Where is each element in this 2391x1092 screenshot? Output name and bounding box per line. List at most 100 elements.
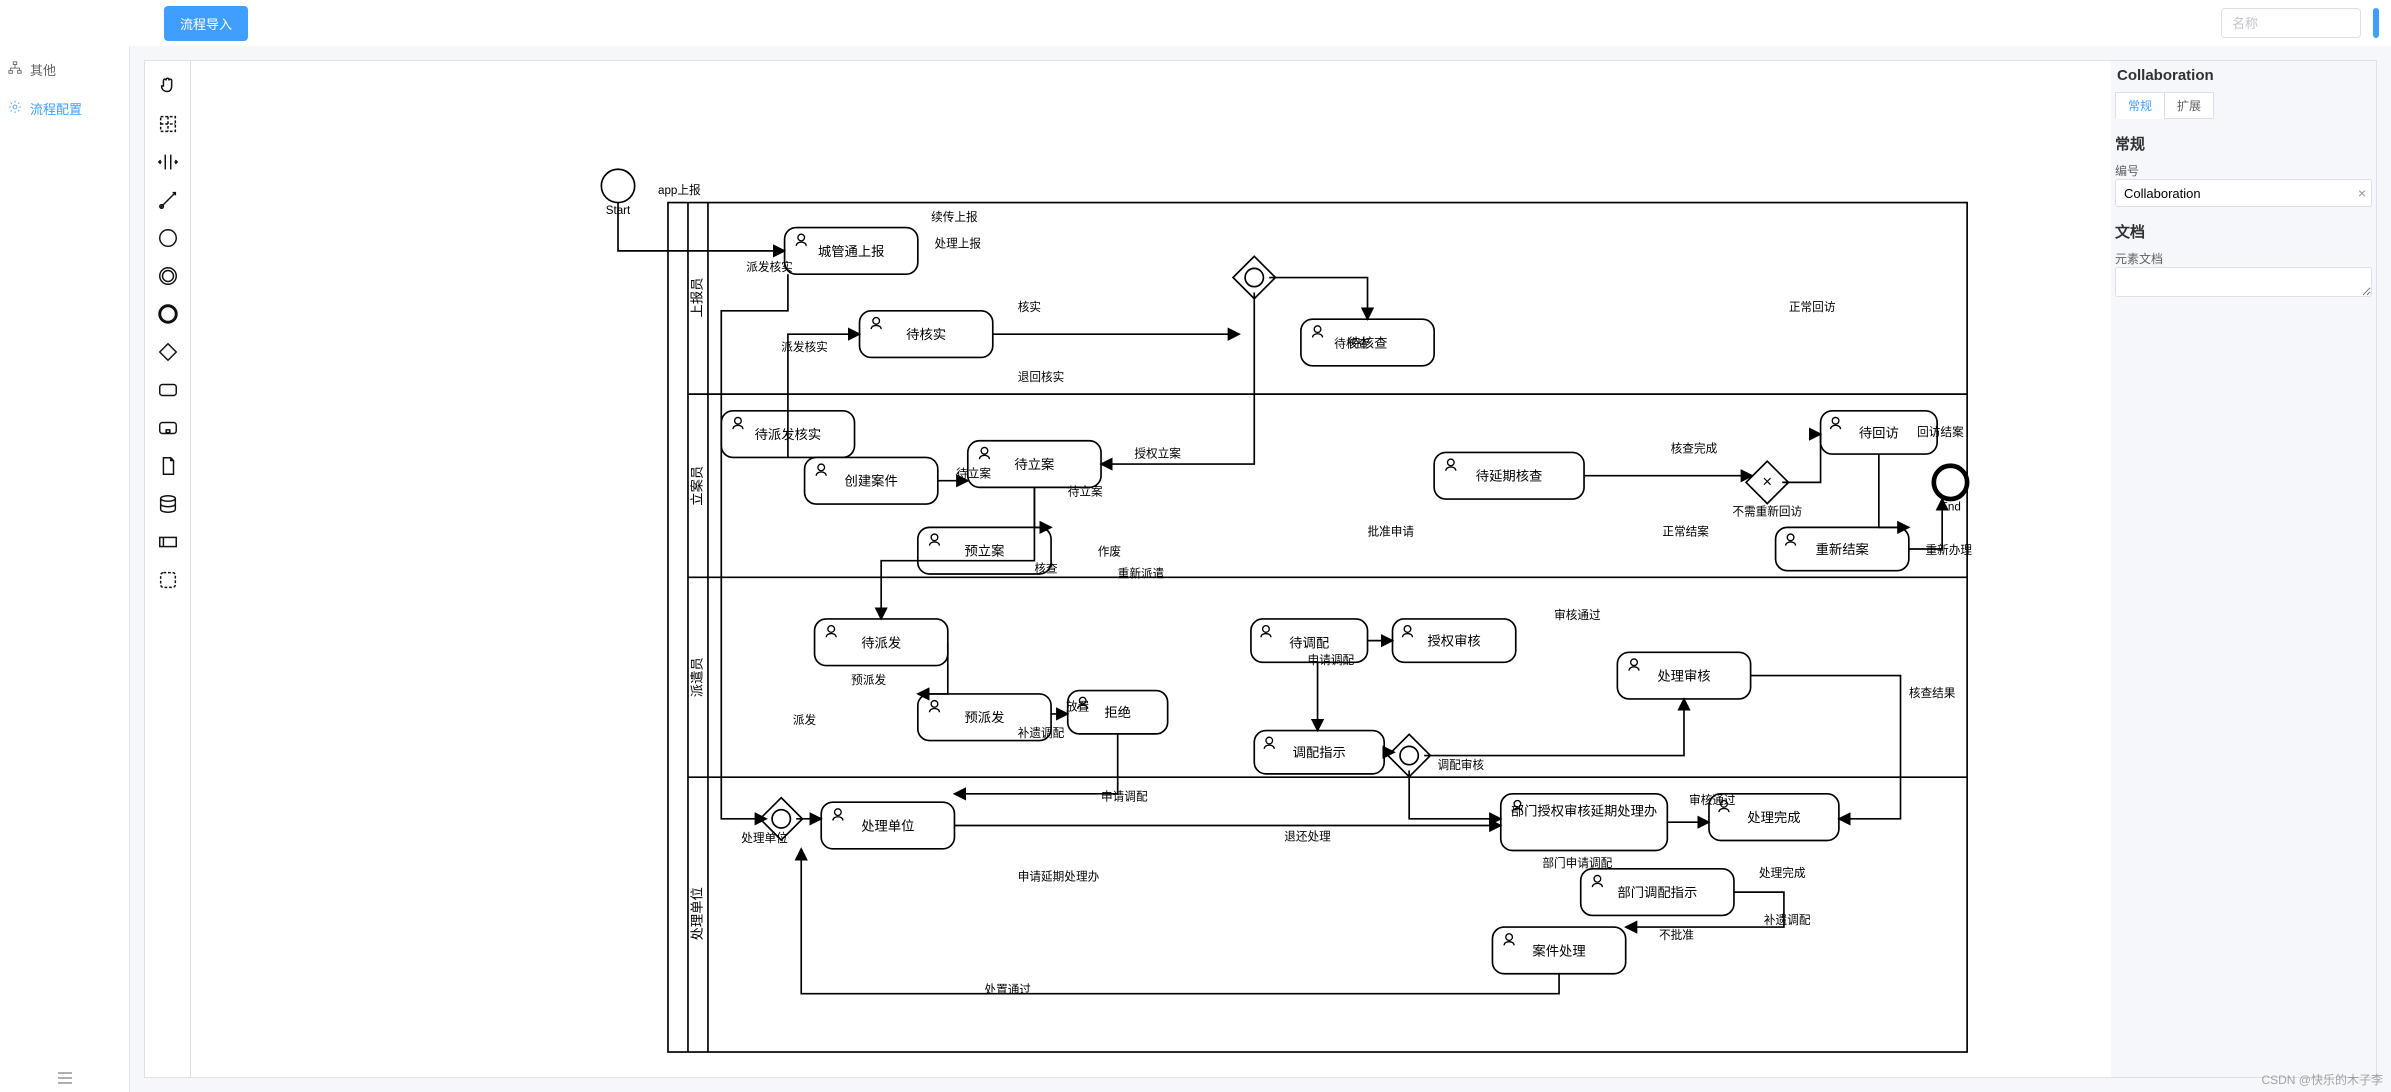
svg-text:app上报: app上报 xyxy=(658,183,701,197)
task-t14: 待延期核查 xyxy=(1434,452,1584,499)
svg-text:重新办理: 重新办理 xyxy=(1925,543,1972,557)
svg-text:核查结果: 核查结果 xyxy=(1909,686,1956,700)
palette-task[interactable] xyxy=(145,371,191,409)
svg-text:补遗调配: 补遗调配 xyxy=(1018,726,1065,740)
task-t17: 处理审核 xyxy=(1617,652,1750,699)
svg-text:批准申请: 批准申请 xyxy=(1368,525,1415,539)
right-edge-button-slice[interactable] xyxy=(2373,8,2379,38)
palette-space-tool[interactable] xyxy=(145,143,191,181)
svg-text:预派发: 预派发 xyxy=(964,710,1004,725)
task-t8: 待派发 xyxy=(815,619,948,666)
palette-start-event[interactable] xyxy=(145,219,191,257)
svg-text:拒绝: 拒绝 xyxy=(1104,705,1131,720)
section-general-header: 常规 xyxy=(2115,133,2372,154)
canvas-wrap: 上报员 立案员 派遣员 处理单位 Start End × 不需重新回访 xyxy=(130,46,2391,1092)
palette-group[interactable] xyxy=(145,561,191,599)
palette-gateway[interactable] xyxy=(145,333,191,371)
svg-text:退还处理: 退还处理 xyxy=(1284,830,1331,843)
bpmn-palette xyxy=(145,61,191,1077)
svg-text:×: × xyxy=(1762,472,1772,491)
task-t13: 授权审核 xyxy=(1393,619,1516,662)
tab-extension[interactable]: 扩展 xyxy=(2164,92,2214,119)
process-name-input[interactable] xyxy=(2221,8,2361,38)
svg-text:申请调配: 申请调配 xyxy=(1101,791,1148,804)
svg-text:核查完成: 核查完成 xyxy=(1671,441,1718,455)
svg-text:待立案: 待立案 xyxy=(956,466,991,480)
svg-text:待调配: 待调配 xyxy=(1289,635,1329,650)
svg-text:立案员: 立案员 xyxy=(689,466,704,506)
properties-panel: Collaboration 常规 扩展 常规 编号 × 文档 元素文档 xyxy=(2111,61,2376,1077)
svg-text:授权审核: 授权审核 xyxy=(1428,633,1481,649)
svg-text:核实: 核实 xyxy=(1018,300,1041,314)
svg-text:审核通过: 审核通过 xyxy=(1689,793,1736,807)
svg-text:申请调配: 申请调配 xyxy=(1308,654,1355,667)
palette-data-store[interactable] xyxy=(145,485,191,523)
svg-text:创建案件: 创建案件 xyxy=(845,474,898,489)
svg-text:待核实: 待核实 xyxy=(906,327,946,342)
sidebar-collapse-toggle[interactable] xyxy=(57,1071,73,1088)
palette-lasso-tool[interactable] xyxy=(145,105,191,143)
svg-text:放置: 放置 xyxy=(1066,700,1089,714)
sidebar-item-process-config[interactable]: 流程配置 xyxy=(0,89,129,128)
svg-text:派遣员: 派遣员 xyxy=(689,657,704,697)
task-t3: 待核实 xyxy=(860,311,993,358)
palette-end-event[interactable] xyxy=(145,295,191,333)
svg-text:申请延期处理办: 申请延期处理办 xyxy=(1018,869,1100,883)
bpmn-diagram-canvas[interactable]: 上报员 立案员 派遣员 处理单位 Start End × 不需重新回访 xyxy=(191,61,2111,1077)
svg-text:补遗调配: 补遗调配 xyxy=(1764,913,1811,927)
clear-id-icon[interactable]: × xyxy=(2358,186,2366,200)
sidebar-item-other[interactable]: 其他 xyxy=(0,50,129,89)
svg-text:派发核实: 派发核实 xyxy=(781,340,828,354)
svg-text:处理单位: 处理单位 xyxy=(741,831,788,845)
section-doc-header: 文档 xyxy=(2115,221,2372,242)
palette-global-connect-tool[interactable] xyxy=(145,181,191,219)
task-t1: 城管通上报 xyxy=(785,228,918,275)
properties-title: Collaboration xyxy=(2115,63,2372,92)
svg-text:作废: 作废 xyxy=(1098,545,1122,559)
main-row: 其他 流程配置 xyxy=(0,46,2391,1092)
svg-text:审核通过: 审核通过 xyxy=(1554,608,1601,622)
svg-text:处理完成: 处理完成 xyxy=(1747,810,1800,825)
properties-tabs: 常规 扩展 xyxy=(2115,92,2372,119)
import-process-button[interactable]: 流程导入 xyxy=(164,6,248,41)
svg-text:预立案: 预立案 xyxy=(964,544,1004,559)
svg-text:正常结案: 正常结案 xyxy=(1662,525,1709,539)
svg-text:处置通过: 处置通过 xyxy=(984,984,1031,997)
id-input[interactable] xyxy=(2115,179,2372,207)
palette-data-object[interactable] xyxy=(145,447,191,485)
task-t19: 部门授权审核延期处理办 xyxy=(1501,794,1668,851)
doc-field-label: 元素文档 xyxy=(2115,250,2372,267)
svg-text:部门申请调配: 部门申请调配 xyxy=(1542,856,1612,870)
task-t21: 部门调配指示 xyxy=(1581,869,1734,916)
svg-text:核查: 核查 xyxy=(1034,561,1058,575)
doc-textarea[interactable] xyxy=(2115,267,2372,297)
task-t22: 案件处理 xyxy=(1492,927,1625,974)
svg-text:预派发: 预派发 xyxy=(851,673,886,687)
svg-text:部门授权审核延期处理办: 部门授权审核延期处理办 xyxy=(1511,803,1657,819)
svg-text:城管通上报: 城管通上报 xyxy=(818,244,885,259)
sidebar: 其他 流程配置 xyxy=(0,46,130,1092)
svg-text:重新派遣: 重新派遣 xyxy=(1118,566,1165,580)
sidebar-item-label: 流程配置 xyxy=(30,99,82,118)
svg-text:调配指示: 调配指示 xyxy=(1293,745,1346,760)
task-t16: 重新结案 xyxy=(1776,527,1909,570)
svg-text:待回访: 待回访 xyxy=(1859,425,1899,440)
svg-text:处理审核: 处理审核 xyxy=(1657,669,1710,684)
svg-text:待立案: 待立案 xyxy=(1068,485,1103,499)
sitemap-icon xyxy=(8,61,22,78)
svg-text:不需重新回访: 不需重新回访 xyxy=(1732,505,1802,519)
palette-participant[interactable] xyxy=(145,523,191,561)
palette-intermediate-event[interactable] xyxy=(145,257,191,295)
svg-text:End: End xyxy=(1940,501,1961,514)
svg-text:待派发: 待派发 xyxy=(861,635,901,650)
gear-icon xyxy=(8,100,22,117)
svg-text:处理单位: 处理单位 xyxy=(689,887,704,940)
tab-general[interactable]: 常规 xyxy=(2115,92,2165,119)
palette-sub-process[interactable] xyxy=(145,409,191,447)
svg-text:待立案: 待立案 xyxy=(1014,457,1054,472)
svg-text:部门调配指示: 部门调配指示 xyxy=(1617,885,1697,900)
task-t18: 处理单位 xyxy=(821,802,954,849)
svg-text:续传上报: 续传上报 xyxy=(931,210,978,224)
palette-hand-tool[interactable] xyxy=(145,67,191,105)
task-t5: 创建案件 xyxy=(805,457,938,504)
